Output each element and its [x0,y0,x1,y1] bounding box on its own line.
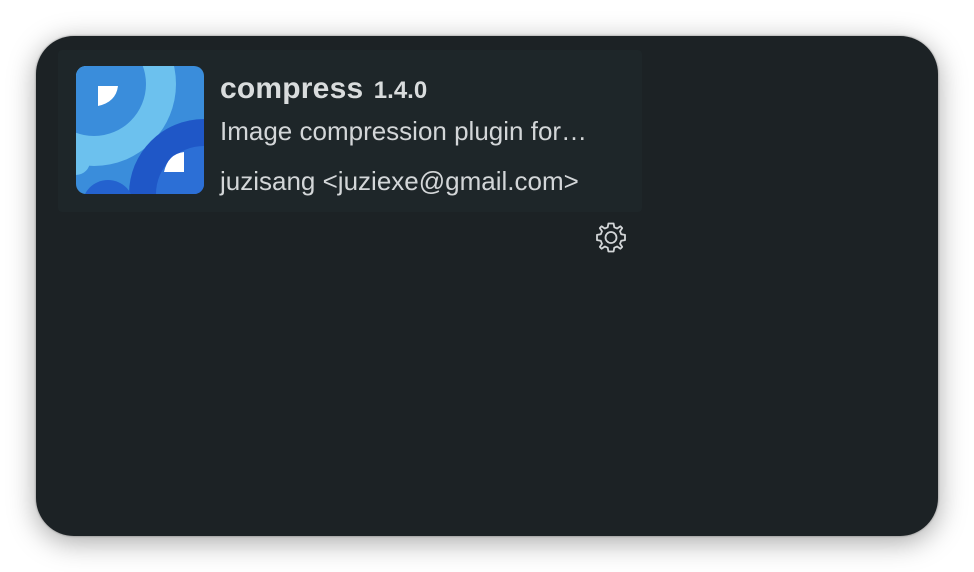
compress-logo-icon [76,66,204,194]
plugin-title: compress 1.4.0 [220,72,427,106]
plugin-name: compress [220,72,364,105]
plugin-description: Image compression plugin for… [220,116,588,146]
plugin-window: compress 1.4.0 Image compression plugin … [36,36,938,536]
settings-button[interactable] [594,220,628,254]
gear-icon [596,222,626,253]
plugin-author: juzisang <juziexe@gmail.com> [220,166,579,196]
plugin-version: 1.4.0 [373,77,428,104]
